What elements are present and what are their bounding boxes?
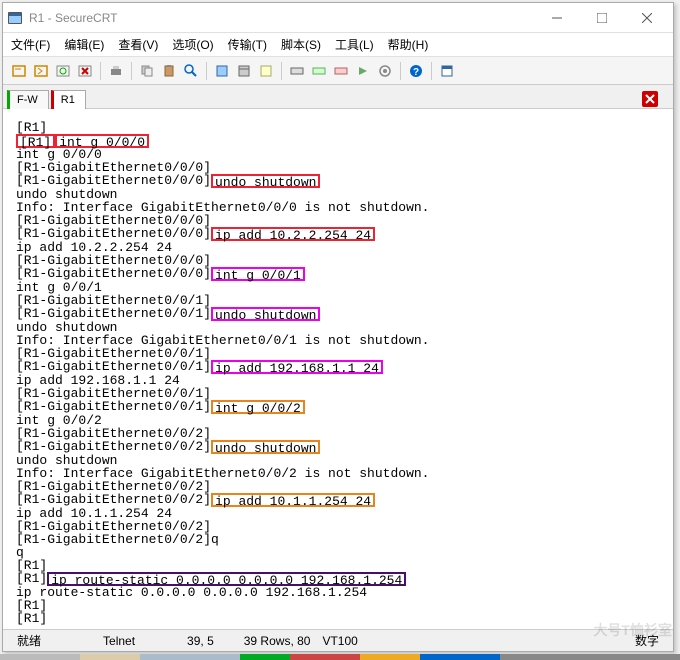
tabbar: F-W R1 — [3, 85, 673, 109]
disconnect-icon[interactable] — [75, 61, 95, 81]
term-line: [R1] — [16, 571, 47, 586]
status-emulation: VT100 — [316, 634, 363, 648]
toolbar: ? — [3, 57, 673, 85]
term-line: [R1-GigabitEthernet0/0/1] — [16, 306, 211, 321]
status-rows: 39 Rows, 80 — [238, 634, 317, 648]
menu-options[interactable]: 选项(O) — [172, 36, 213, 53]
quick-connect-icon[interactable] — [31, 61, 51, 81]
copy-icon[interactable] — [137, 61, 157, 81]
term-line: [R1-GigabitEthernet0/0/0] — [16, 173, 211, 188]
term-line: undo shutdown — [215, 175, 316, 190]
menubar: 文件(F) 编辑(E) 查看(V) 选项(O) 传输(T) 脚本(S) 工具(L… — [3, 33, 673, 57]
term-line: ip route-static 0.0.0.0 0.0.0.0 192.168.… — [16, 585, 367, 600]
print-icon[interactable] — [106, 61, 126, 81]
app-icon — [7, 10, 23, 26]
command-icon[interactable] — [331, 61, 351, 81]
menu-tools[interactable]: 工具(L) — [335, 36, 374, 53]
send-icon[interactable] — [353, 61, 373, 81]
new-window-icon[interactable] — [437, 61, 457, 81]
log-icon[interactable] — [256, 61, 276, 81]
term-line: int g 0/0/1 — [215, 268, 301, 283]
statusbar: 就绪 Telnet 39, 5 39 Rows, 80 VT100 数字 — [3, 629, 673, 651]
session-icon[interactable] — [234, 61, 254, 81]
tab-r1[interactable]: R1 — [51, 90, 86, 109]
menu-edit[interactable]: 编辑(E) — [64, 36, 104, 53]
menu-view[interactable]: 查看(V) — [118, 36, 158, 53]
term-line: ip add 10.1.1.254 24 — [215, 494, 371, 509]
help-icon[interactable]: ? — [406, 61, 426, 81]
titlebar: R1 - SecureCRT — [3, 3, 673, 33]
term-line: int g 0/0/2 — [215, 401, 301, 416]
term-line: [R1-GigabitEthernet0/0/1] — [16, 399, 211, 414]
button-bar-icon[interactable] — [309, 61, 329, 81]
options-icon[interactable] — [375, 61, 395, 81]
term-line: [R1] — [16, 611, 47, 626]
window-title: R1 - SecureCRT — [29, 11, 534, 25]
term-line: [R1-GigabitEthernet0/0/0] — [16, 226, 211, 241]
term-line: ip add 10.2.2.254 24 — [215, 228, 371, 243]
term-line: [R1-GigabitEthernet0/0/2] — [16, 492, 211, 507]
paste-icon[interactable] — [159, 61, 179, 81]
status-ready: 就绪 — [11, 632, 47, 649]
app-window: R1 - SecureCRT 文件(F) 编辑(E) 查看(V) 选项(O) 传… — [2, 2, 674, 652]
terminal[interactable]: [R1] [R1]int g 0/0/0 int g 0/0/0 [R1-Gig… — [3, 109, 673, 629]
term-line: undo shutdown — [215, 441, 316, 456]
bottom-decoration — [0, 654, 680, 660]
term-line: [R1-GigabitEthernet0/0/2] — [16, 439, 211, 454]
term-line: [R1] — [16, 120, 47, 135]
find-icon[interactable] — [181, 61, 201, 81]
term-line: [R1-GigabitEthernet0/0/2]q — [16, 532, 219, 547]
term-line: [R1-GigabitEthernet0/0/0] — [16, 266, 211, 281]
term-line: undo shutdown — [215, 308, 316, 323]
keymap-icon[interactable] — [287, 61, 307, 81]
tab-close-icon[interactable] — [641, 90, 659, 108]
close-button[interactable] — [624, 4, 669, 32]
tab-fw[interactable]: F-W — [7, 90, 49, 109]
menu-script[interactable]: 脚本(S) — [281, 36, 321, 53]
reconnect-icon[interactable] — [53, 61, 73, 81]
properties-icon[interactable] — [212, 61, 232, 81]
status-position: 39, 5 — [181, 634, 220, 648]
watermark: 大号T恤衫室 — [593, 620, 672, 640]
svg-text:?: ? — [413, 67, 419, 78]
connect-icon[interactable] — [9, 61, 29, 81]
menu-file[interactable]: 文件(F) — [11, 36, 50, 53]
window-controls — [534, 4, 669, 32]
menu-transfer[interactable]: 传输(T) — [228, 36, 267, 53]
menu-help[interactable]: 帮助(H) — [388, 36, 429, 53]
minimize-button[interactable] — [534, 4, 579, 32]
status-protocol: Telnet — [97, 634, 141, 648]
term-line: [R1-GigabitEthernet0/0/1] — [16, 359, 211, 374]
maximize-button[interactable] — [579, 4, 624, 32]
term-line: ip add 192.168.1.1 24 — [215, 361, 379, 376]
